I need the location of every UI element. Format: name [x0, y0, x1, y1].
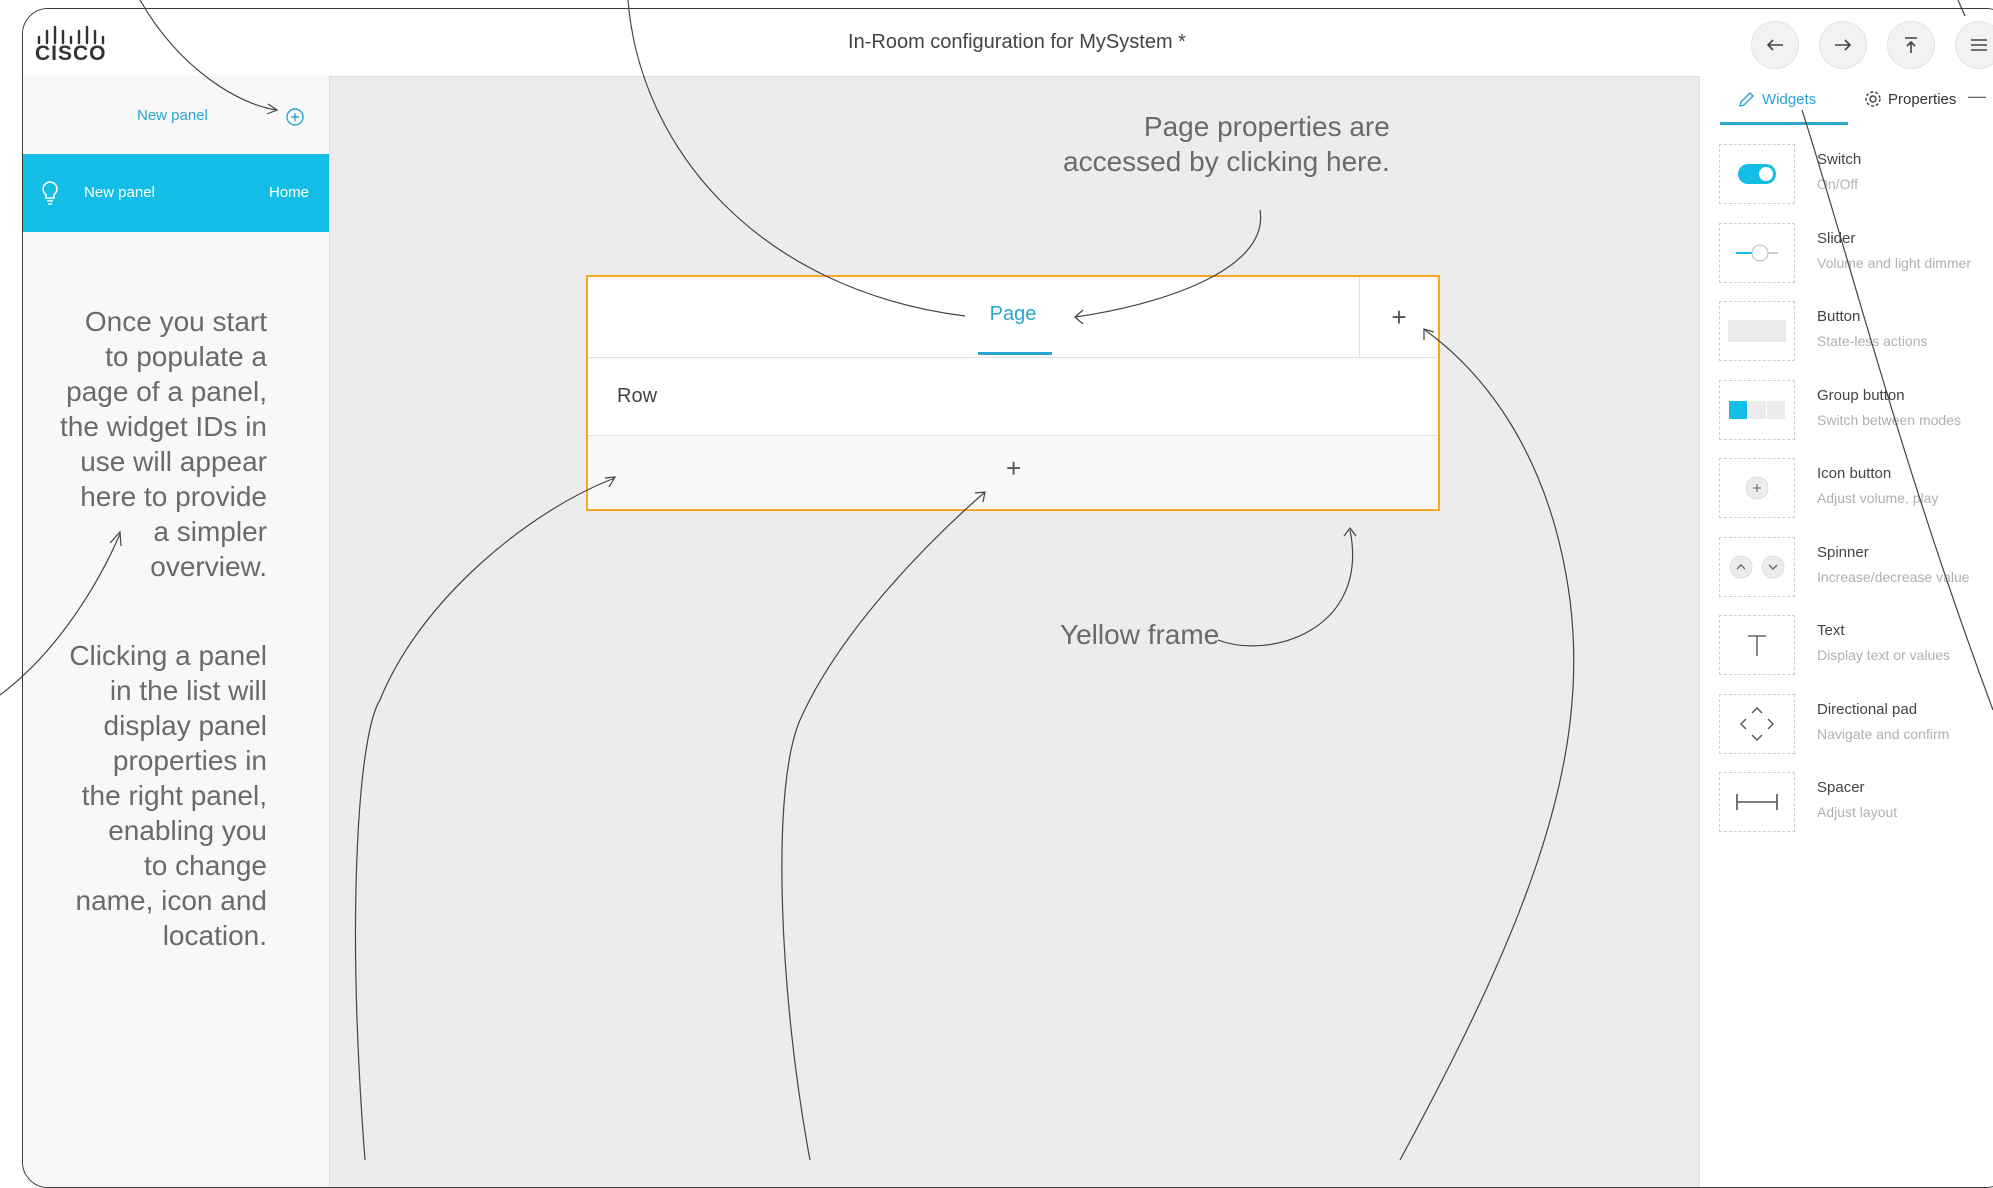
widget-item-slider[interactable]: Slider Volume and light dimmer	[1719, 222, 1993, 283]
redo-button[interactable]	[1819, 21, 1867, 69]
add-row-area[interactable]: +	[588, 436, 1437, 508]
gear-icon	[1865, 91, 1881, 107]
widget-item-switch[interactable]: Switch On/Off	[1719, 144, 1993, 204]
widget-description: On/Off	[1817, 176, 1858, 192]
menu-button[interactable]	[1955, 21, 1993, 69]
tab-widgets-label: Widgets	[1762, 90, 1817, 108]
widget-description: Navigate and confirm	[1817, 725, 1950, 742]
note-line: to populate a	[105, 341, 267, 372]
tab-widgets[interactable]: Widgets	[1738, 90, 1816, 108]
widget-name: Icon button	[1817, 465, 1892, 482]
note-line: enabling you	[108, 815, 267, 846]
row-label: Row	[617, 385, 658, 407]
widget-name: Spacer	[1817, 779, 1865, 796]
tab-page[interactable]: Page	[978, 303, 1048, 326]
panel-item-name: New panel	[84, 184, 155, 201]
widget-name: Directional pad	[1817, 700, 1918, 718]
new-panel-link[interactable]: New panel	[137, 107, 208, 124]
note-line: to change	[144, 850, 267, 881]
widget-description: Adjust layout	[1817, 804, 1898, 820]
panel-item-location: Home	[268, 184, 309, 201]
hamburger-icon	[1971, 39, 1987, 51]
row[interactable]: Row	[588, 357, 1437, 436]
widget-name: Switch	[1817, 151, 1862, 168]
toggle-icon	[1719, 144, 1795, 204]
dpad-icon	[1719, 693, 1795, 754]
page-properties-callout: Page properties are accessed by clicking …	[1063, 109, 1390, 179]
panel-click-note: Clicking a panel in the list will display …	[69, 638, 267, 953]
note-line: in the list will	[109, 675, 267, 706]
undo-button[interactable]	[1751, 21, 1799, 69]
widget-name: Button	[1817, 308, 1861, 325]
page-tab-bar: Page	[588, 277, 1358, 357]
plus-circle-icon	[1719, 458, 1795, 518]
widget-item-button[interactable]: Button State-less actions	[1719, 301, 1993, 361]
note-line: display panel	[103, 710, 267, 741]
widget-name: Spinner	[1817, 543, 1869, 561]
widget-item-spinner[interactable]: Spinner Increase/decrease value	[1719, 536, 1993, 597]
upload-icon	[1905, 37, 1917, 53]
note-line: a simpler	[153, 516, 267, 547]
panel-list-item[interactable]: New panel Home	[23, 154, 329, 232]
widget-description: State-less actions	[1817, 333, 1928, 349]
spacer-icon	[1719, 772, 1795, 832]
note-line: page of a panel,	[66, 376, 267, 407]
tab-properties-label: Properties	[1888, 90, 1957, 108]
add-page-button[interactable]: +	[1359, 277, 1438, 357]
note-line: Once you start	[84, 306, 267, 337]
note-line: the right panel,	[81, 780, 267, 811]
slider-icon	[1719, 222, 1795, 283]
page-tab-indicator	[978, 352, 1052, 355]
widget-item-group-button[interactable]: Group button Switch between modes	[1719, 379, 1993, 440]
widgets-sidebar: Widgets Properties — Switch On/Off Slider V…	[1699, 76, 1993, 1187]
note-line: here to provide	[80, 481, 267, 512]
widget-description: Increase/decrease value	[1817, 568, 1970, 585]
upload-button[interactable]	[1887, 21, 1935, 69]
note-line: accessed by clicking here.	[1063, 146, 1390, 177]
widget-name: Text	[1817, 622, 1845, 639]
widget-item-spacer[interactable]: Spacer Adjust layout	[1719, 772, 1993, 832]
header: CISCO In-Room configuration for MySystem…	[23, 9, 1993, 77]
note-line: Clicking a panel	[69, 640, 267, 671]
group-button-icon	[1719, 379, 1795, 440]
spinner-icon	[1719, 536, 1795, 597]
note-line: Page properties are	[1143, 111, 1390, 142]
active-tab-indicator	[1720, 122, 1848, 125]
widget-item-icon-button[interactable]: Icon button Adjust volume, play	[1719, 458, 1993, 518]
text-icon	[1719, 615, 1795, 675]
panel-list-sidebar: New panel New panel Home Once you start t…	[23, 76, 330, 1187]
arrow-right-icon	[1835, 39, 1852, 51]
widget-item-directional-pad[interactable]: Directional pad Navigate and confirm	[1719, 693, 1993, 754]
button-icon	[1719, 301, 1795, 361]
note-line: the widget IDs in	[60, 411, 267, 442]
pencil-icon	[1739, 92, 1754, 107]
lightbulb-icon	[42, 181, 58, 205]
collapse-icon[interactable]: —	[1968, 86, 1986, 107]
widget-description: Switch between modes	[1817, 411, 1961, 428]
arrow-left-icon	[1766, 39, 1783, 51]
app-window: CISCO In-Room configuration for MySystem…	[22, 8, 1993, 1188]
tab-properties[interactable]: Properties	[1864, 90, 1956, 108]
note-line: name, icon and	[75, 885, 267, 916]
widget-description: Adjust volume, play	[1817, 490, 1939, 506]
widget-item-text[interactable]: Text Display text or values	[1719, 615, 1993, 675]
page-editor-frame: Page + Row +	[586, 275, 1440, 511]
widget-ids-note: Once you start to populate a page of a pan…	[60, 304, 267, 584]
add-row-button[interactable]: +	[1006, 453, 1021, 484]
plus-circle-icon[interactable]	[285, 107, 305, 127]
note-line: location.	[162, 920, 267, 951]
widget-name: Group button	[1817, 386, 1905, 404]
yellow-frame-callout: Yellow frame	[1060, 619, 1220, 650]
widget-description: Volume and light dimmer	[1817, 254, 1972, 271]
note-line: overview.	[150, 551, 267, 582]
widget-name: Slider	[1817, 229, 1856, 247]
note-line: use will appear	[80, 446, 267, 477]
widget-description: Display text or values	[1817, 647, 1951, 663]
page-title: In-Room configuration for MySystem *	[848, 31, 1186, 53]
note-line: properties in	[112, 745, 267, 776]
